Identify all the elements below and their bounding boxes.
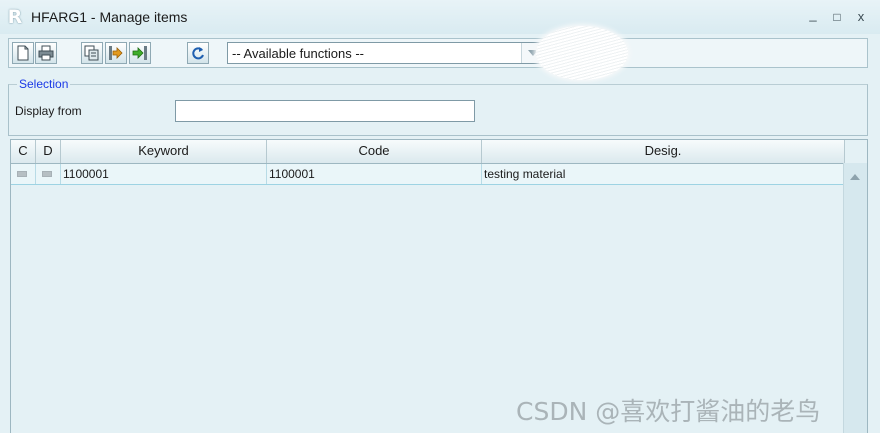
maximize-button[interactable]: □ (829, 9, 845, 25)
refresh-icon (192, 47, 204, 60)
code-cell[interactable]: 1100001 (267, 164, 482, 184)
selection-legend: Selection (17, 77, 71, 91)
keyword-cell[interactable]: 1100001 (61, 164, 267, 184)
column-header-c[interactable]: C (11, 140, 36, 163)
table-row[interactable]: 1100001 1100001 testing material (11, 164, 845, 185)
window-title: HFARG1 - Manage items (31, 9, 188, 25)
column-header-keyword[interactable]: Keyword (61, 140, 267, 163)
scroll-up-icon[interactable] (850, 174, 860, 180)
app-logo: R (7, 6, 23, 28)
grid-header: C D Keyword Code Desig. (11, 140, 845, 164)
display-from-label: Display from (15, 104, 82, 118)
available-functions-value: -- Available functions -- (232, 46, 364, 61)
row-c-cell[interactable] (11, 164, 36, 184)
print-icon (38, 45, 54, 61)
refresh-button[interactable] (187, 42, 209, 64)
close-button[interactable]: x (853, 9, 869, 25)
import-button[interactable] (105, 42, 127, 64)
d-checkbox[interactable] (42, 171, 52, 177)
import-icon (109, 46, 123, 60)
new-button[interactable] (12, 42, 34, 64)
available-functions-select[interactable]: -- Available functions -- (227, 42, 545, 64)
items-grid: C D Keyword Code Desig. 1100001 1100001 … (10, 139, 868, 433)
column-header-code[interactable]: Code (267, 140, 482, 163)
copy-button[interactable] (81, 42, 103, 64)
export-button[interactable] (129, 42, 151, 64)
new-document-icon (17, 45, 29, 61)
vertical-scrollbar[interactable] (843, 163, 867, 433)
row-d-cell[interactable] (36, 164, 61, 184)
minimize-button[interactable]: _ (805, 7, 821, 23)
column-header-desig[interactable]: Desig. (482, 140, 845, 163)
toolbar: -- Available functions -- (8, 38, 868, 68)
print-button[interactable] (35, 42, 57, 64)
c-checkbox[interactable] (17, 171, 27, 177)
manage-items-window: R HFARG1 - Manage items _ □ x -- Availab… (0, 0, 880, 433)
title-bar[interactable]: R HFARG1 - Manage items _ □ x (0, 0, 880, 34)
column-header-d[interactable]: D (36, 140, 61, 163)
desig-cell[interactable]: testing material (482, 164, 845, 184)
export-icon (132, 46, 147, 60)
copy-icon (84, 45, 99, 61)
selection-group: Selection Display from (8, 77, 868, 136)
watermark: CSDN @喜欢打酱油的老鸟 (516, 397, 821, 426)
redaction-scribble (536, 26, 628, 80)
display-from-input[interactable] (175, 100, 475, 122)
